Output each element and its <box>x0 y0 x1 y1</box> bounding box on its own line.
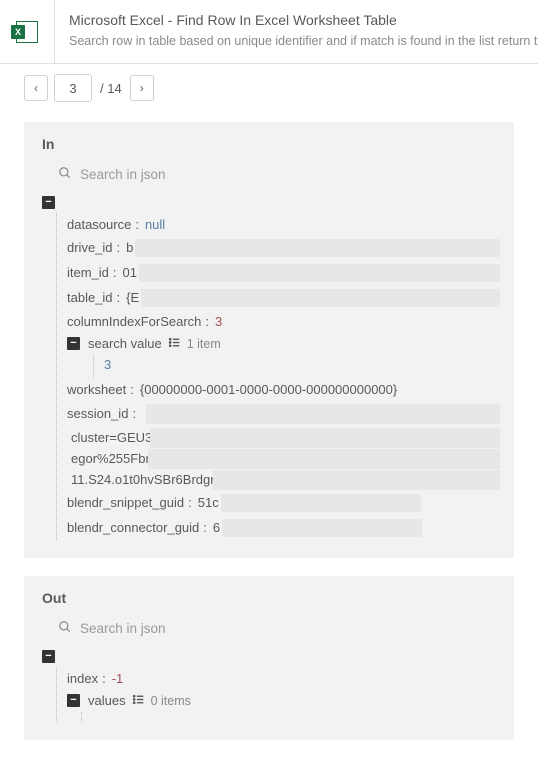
field-datasource[interactable]: datasource: null <box>67 213 500 235</box>
collapse-icon[interactable]: − <box>67 694 80 707</box>
in-panel-title: In <box>38 136 500 152</box>
field-column-index[interactable]: columnIndexForSearch: 3 <box>67 310 500 332</box>
search-icon <box>58 166 72 183</box>
list-icon <box>132 693 145 709</box>
redacted-value <box>135 239 500 257</box>
session-line: egor%255Fbr <box>67 448 150 469</box>
field-search-value[interactable]: − search value 1 item <box>67 332 500 355</box>
redacted-value <box>222 519 422 537</box>
session-line: 11.S24.o1t0hvSBr6Brdgr <box>67 469 215 490</box>
app-icon-cell <box>0 0 55 63</box>
list-icon <box>168 336 181 352</box>
search-icon <box>58 620 72 637</box>
out-panel: Out − index: -1 − values 0 items <box>24 576 514 740</box>
pager: ‹ / 14 › <box>0 64 538 116</box>
field-table-id[interactable]: table_id: {E <box>67 285 500 310</box>
field-blendr-snippet-guid[interactable]: blendr_snippet_guid: 51c <box>67 490 500 515</box>
pager-total-label: / 14 <box>100 81 122 96</box>
redacted-value <box>148 449 500 469</box>
redacted-value <box>221 494 421 512</box>
page-description: Search row in table based on unique iden… <box>69 34 524 48</box>
page-title: Microsoft Excel - Find Row In Excel Work… <box>69 12 524 28</box>
pager-next-button[interactable]: › <box>130 75 154 101</box>
field-index[interactable]: index: -1 <box>67 667 500 689</box>
pager-prev-button[interactable]: ‹ <box>24 75 48 101</box>
field-drive-id[interactable]: drive_id: b <box>67 235 500 260</box>
in-search-input[interactable] <box>80 167 260 182</box>
out-tree: − index: -1 − values 0 items <box>38 647 500 722</box>
collapse-icon[interactable]: − <box>67 337 80 350</box>
field-session-id[interactable]: session_id: <box>67 400 500 427</box>
field-worksheet[interactable]: worksheet: {00000000-0001-0000-0000-0000… <box>67 378 500 400</box>
header-text: Microsoft Excel - Find Row In Excel Work… <box>55 0 538 63</box>
redacted-value <box>141 289 500 307</box>
redacted-value <box>213 470 500 490</box>
session-line: cluster=GEU3 <box>67 427 152 448</box>
in-tree: − datasource: null drive_id: b item_id: … <box>38 193 500 540</box>
out-panel-title: Out <box>38 590 500 606</box>
field-blendr-connector-guid[interactable]: blendr_connector_guid: 6 <box>67 515 500 540</box>
out-search-input[interactable] <box>80 621 260 636</box>
header-bar: Microsoft Excel - Find Row In Excel Work… <box>0 0 538 64</box>
field-values[interactable]: − values 0 items <box>67 689 500 712</box>
in-search-row <box>38 162 500 193</box>
search-value-item[interactable]: 3 <box>104 355 500 378</box>
out-search-row <box>38 616 500 647</box>
in-panel: In − datasource: null drive_id: b item_i… <box>24 122 514 558</box>
redacted-value <box>139 264 500 282</box>
excel-icon <box>16 21 38 43</box>
redacted-value <box>150 428 500 448</box>
collapse-icon[interactable]: − <box>42 196 55 209</box>
field-item-id[interactable]: item_id: 01 <box>67 260 500 285</box>
collapse-icon[interactable]: − <box>42 650 55 663</box>
redacted-value <box>146 404 500 424</box>
pager-current-input[interactable] <box>54 74 92 102</box>
